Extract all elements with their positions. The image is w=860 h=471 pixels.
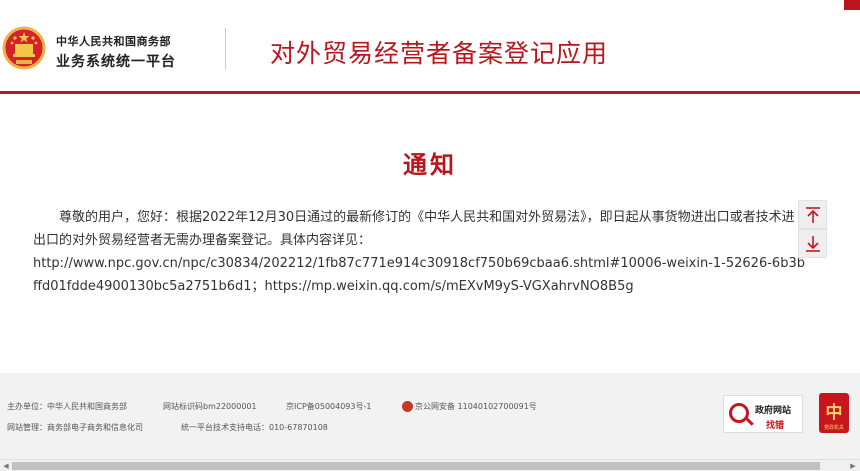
scroll-to-bottom-button[interactable] [798,229,827,258]
footer: 主办单位：中华人民共和国商务部 网站标识码bm22000001 京ICP备050… [0,373,860,459]
footer-manager: 网站管理：商务部电子商务和信息化司 [7,423,143,432]
notice-title: 通知 [403,151,457,179]
app-title: 对外贸易经营者备案登记应用 [270,39,609,68]
notice-paragraph: 尊敬的用户，您好：根据2022年12月30日通过的最新修订的《中华人民共和国对外… [33,210,795,248]
corner-accent [844,0,860,10]
org-name: 中华人民共和国商务部 [56,35,171,48]
footer-sponsor: 主办单位：中华人民共和国商务部 [7,402,127,411]
gov-site-error-badge[interactable]: 政府网站 找错 [723,395,803,433]
scroll-right-icon[interactable]: ▶ [848,462,858,470]
horizontal-scrollbar[interactable]: ◀ ▶ [0,459,860,471]
party-government-badge[interactable]: 中 党政机关 [819,393,849,433]
scroll-left-icon[interactable]: ◀ [1,462,11,470]
arrow-to-bottom-icon [805,235,820,252]
gov-badge-action: 找错 [766,421,785,431]
platform-name: 业务系统统一平台 [56,54,176,70]
header-divider [225,28,226,70]
arrow-to-top-icon [805,206,820,223]
national-emblem-icon [2,26,46,70]
footer-site-id: 网站标识码bm22000001 [163,402,257,411]
party-badge-caption: 党政机关 [823,425,844,431]
header-underline [0,91,860,94]
footer-police-record[interactable]: 京公网安备 11040102700091号 [415,401,537,412]
footer-icp[interactable]: 京ICP备05004093号-1 [286,401,371,412]
gov-badge-title: 政府网站 [755,406,792,416]
notice-body: 尊敬的用户，您好：根据2022年12月30日通过的最新修订的《中华人民共和国对外… [33,206,805,298]
police-emblem-icon [402,401,413,412]
scroll-to-top-button[interactable] [798,200,827,229]
header: 中华人民共和国商务部 业务系统统一平台 对外贸易经营者备案登记应用 [0,0,860,94]
party-badge-glyph: 中 [825,403,843,423]
footer-support-phone: 统一平台技术支持电话：010-67870108 [181,423,328,432]
scrollbar-thumb[interactable] [12,462,820,470]
notice-links[interactable]: http://www.npc.gov.cn/npc/c30834/202212/… [33,252,805,298]
